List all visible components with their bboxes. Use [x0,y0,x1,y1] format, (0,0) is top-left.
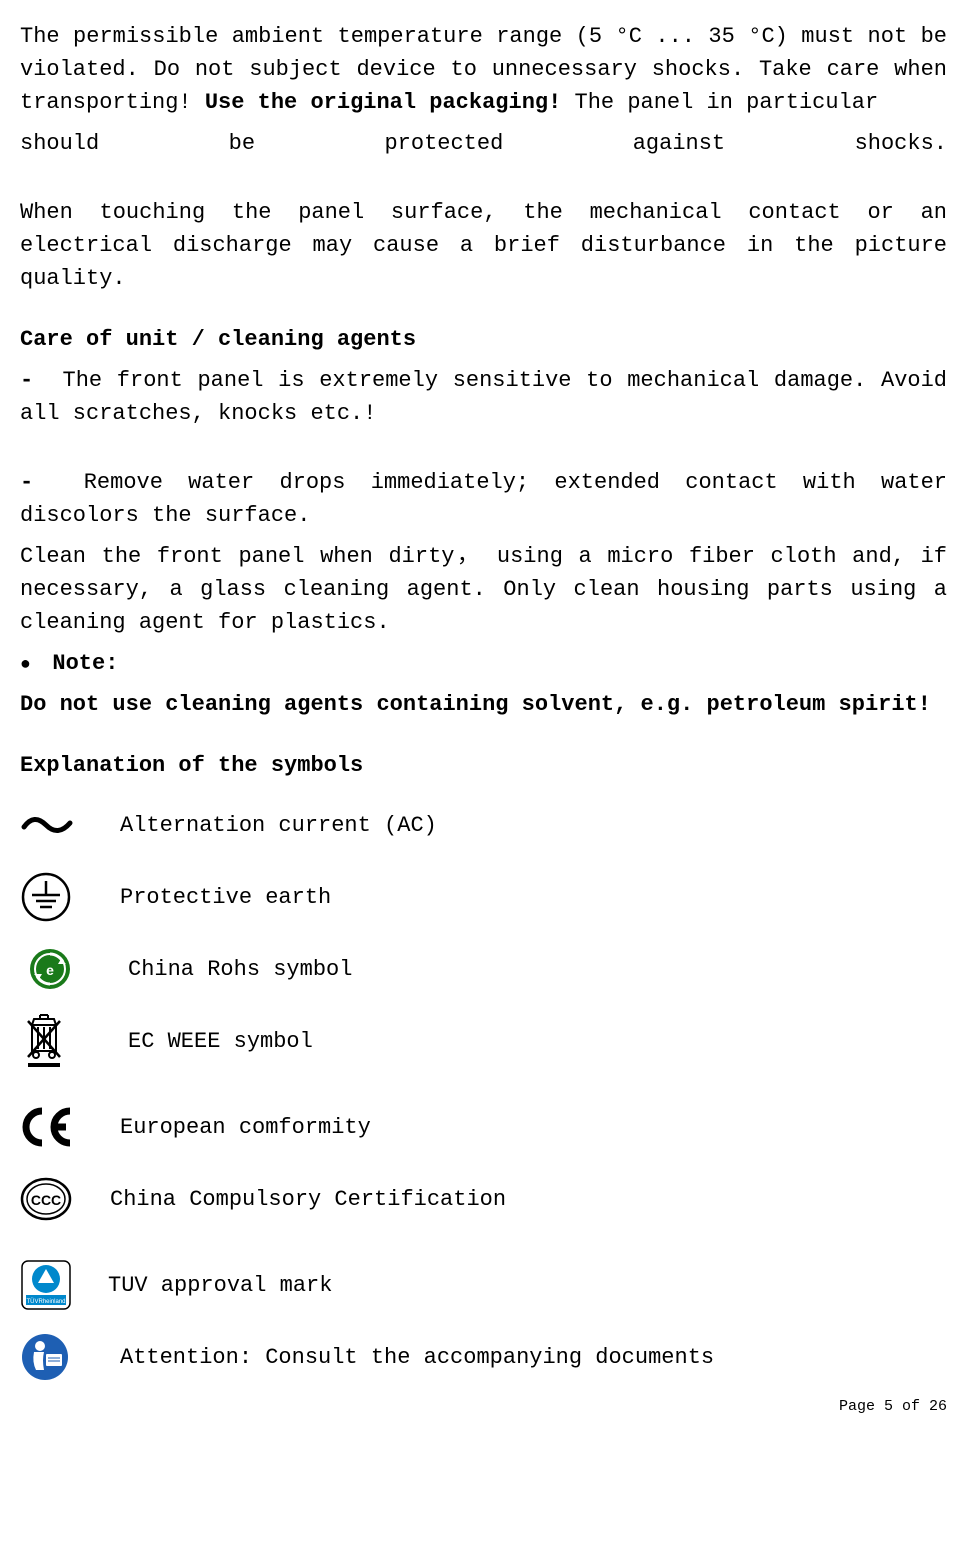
ac-icon [20,813,120,837]
bullet-dot-icon: ● [20,655,52,675]
ce-icon [20,1107,120,1147]
symbol-row-weee: EC WEEE symbol [20,1012,947,1070]
dash-icon: - [20,368,63,393]
page-footer: Page 5 of 26 [20,1396,947,1419]
svg-text:TÜVRheinland: TÜVRheinland [26,1298,65,1305]
symbol-label-weee: EC WEEE symbol [120,1025,947,1058]
text-panel-protect: The panel in particular [575,90,879,115]
note-text: Do not use cleaning agents containing so… [20,688,947,721]
symbol-label-ac: Alternation current (AC) [120,809,947,842]
paragraph-touch: When touching the panel surface, the mec… [20,196,947,295]
note-label: Note: [52,651,118,676]
symbol-row-tuv: TÜVRheinland TUV approval mark [20,1256,947,1314]
symbol-label-ce: European comformity [120,1111,947,1144]
symbol-row-ccc: CCC China Compulsory Certification [20,1170,947,1228]
care-item-1: - The front panel is extremely sensitive… [20,364,947,430]
care-item-2: - Remove water drops immediately; extend… [20,466,947,532]
dash-icon: - [20,470,84,495]
attention-icon [20,1332,120,1382]
symbol-label-ccc: China Compulsory Certification [110,1183,947,1216]
paragraph-panel-justified: should be protected against shocks. [20,127,947,160]
word-be: be [229,127,255,160]
care-item-1-text: The front panel is extremely sensitive t… [20,368,947,426]
svg-text:e: e [46,962,54,978]
note-line: ● Note: [20,647,947,680]
tuv-icon: TÜVRheinland [20,1259,120,1311]
symbol-row-attention: Attention: Consult the accompanying docu… [20,1328,947,1386]
word-shocks: shocks. [855,127,947,160]
weee-icon [20,1013,120,1069]
symbol-label-earth: Protective earth [120,881,947,914]
symbol-label-attention: Attention: Consult the accompanying docu… [120,1341,947,1374]
symbol-label-rohs: China Rohs symbol [120,953,947,986]
word-against: against [633,127,725,160]
svg-text:CCC: CCC [31,1192,61,1208]
symbol-label-tuv: TUV approval mark [108,1269,947,1302]
symbol-row-earth: Protective earth [20,868,947,926]
text-packaging: Use the original packaging! [205,90,575,115]
earth-icon [20,871,120,923]
paragraph-clean: Clean the front panel when dirty， using … [20,540,947,639]
symbol-row-ac: Alternation current (AC) [20,796,947,854]
heading-symbols: Explanation of the symbols [20,749,947,782]
symbol-row-ce: European comformity [20,1098,947,1156]
care-item-2-text: Remove water drops immediately; extended… [20,470,947,528]
word-should: should [20,127,99,160]
symbol-row-rohs: e China Rohs symbol [20,940,947,998]
ccc-icon: CCC [20,1177,120,1221]
rohs-icon: e [20,947,120,991]
heading-care: Care of unit / cleaning agents [20,323,947,356]
paragraph-temperature: The permissible ambient temperature rang… [20,20,947,119]
word-protected: protected [384,127,503,160]
